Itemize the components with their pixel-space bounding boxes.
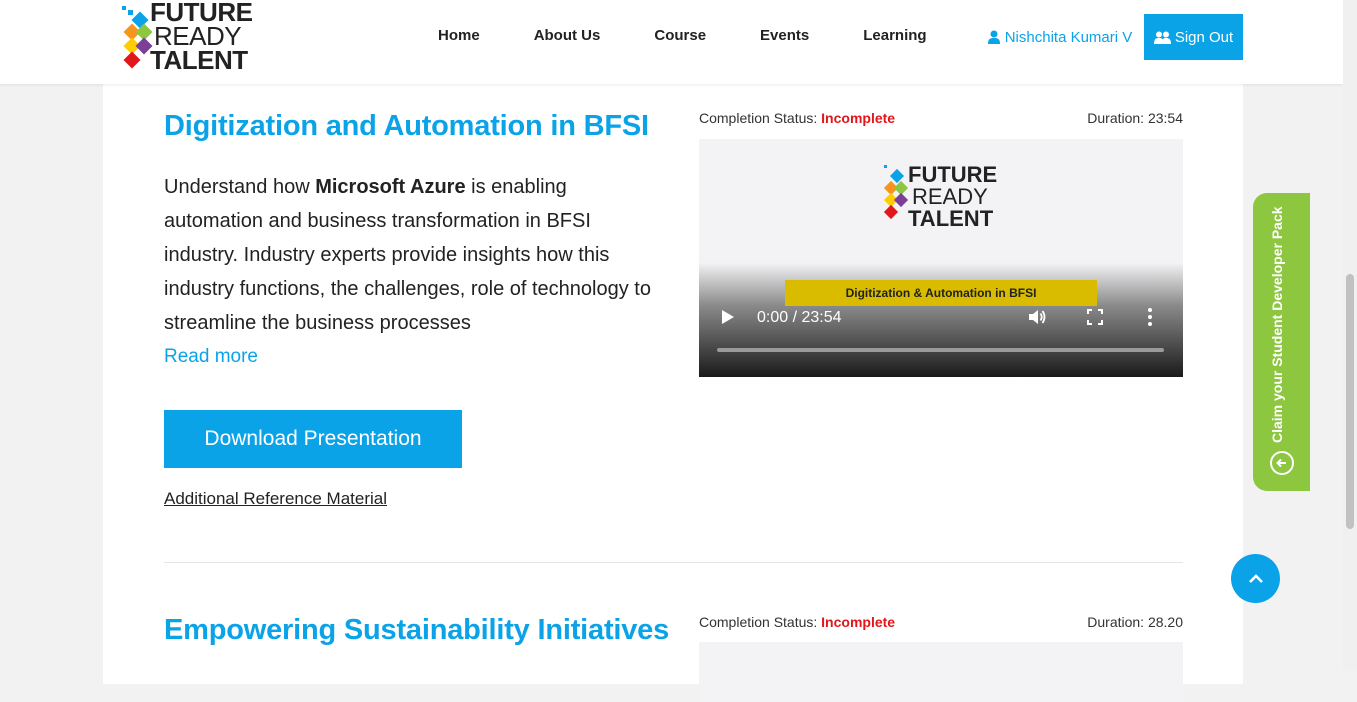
nav-events[interactable]: Events (760, 26, 809, 46)
logo-line-3: TALENT (150, 45, 248, 75)
chevron-up-icon (1248, 573, 1263, 583)
back-to-top-button[interactable] (1231, 554, 1280, 603)
arrow-left-circle-icon (1270, 451, 1294, 475)
nav-learning[interactable]: Learning (863, 26, 926, 46)
course-description: Understand how Microsoft Azure is enabli… (164, 170, 664, 340)
user-name: Nishchita Kumari V (1004, 28, 1133, 46)
download-presentation-button[interactable]: Download Presentation (164, 410, 462, 468)
play-icon[interactable] (721, 309, 735, 325)
completion-status-label-2: Completion Status: (699, 614, 822, 630)
nav-course[interactable]: Course (654, 26, 706, 46)
developer-pack-label: Claim your Student Developer Pack (1269, 206, 1285, 443)
description-highlight: Microsoft Azure (315, 176, 466, 198)
video-progress-bar[interactable] (717, 348, 1164, 352)
duration-label: Duration: 23:54 (1087, 110, 1183, 126)
video-player[interactable]: FUTURE READY TALENT Digitization & Autom… (699, 139, 1183, 377)
volume-icon[interactable] (1027, 307, 1047, 327)
video-time: 0:00 / 23:54 (757, 309, 842, 326)
sign-out-label: Sign Out (1174, 28, 1234, 46)
users-icon (1153, 31, 1171, 44)
completion-status-row-2: Completion Status: Incomplete Duration: … (699, 614, 1183, 630)
logo-text: FUTURE READY TALENT (150, 0, 253, 75)
scrollbar-thumb[interactable] (1346, 274, 1354, 529)
section-divider (164, 562, 1183, 563)
description-prefix: Understand how (164, 176, 316, 198)
read-more-link[interactable]: Read more (164, 346, 258, 368)
video-logo-icon: FUTURE READY TALENT (883, 162, 997, 231)
course-title: Digitization and Automation in BFSI (164, 110, 649, 142)
fullscreen-icon[interactable] (1087, 309, 1103, 325)
video-player-2[interactable] (699, 642, 1183, 702)
main-nav: Home About Us Course Events Learning (438, 26, 981, 46)
user-icon (987, 30, 1000, 44)
video-banner: Digitization & Automation in BFSI (785, 280, 1097, 306)
completion-status-label: Completion Status: (699, 110, 822, 126)
page-scrollbar[interactable] (1343, 0, 1357, 671)
completion-status-value-2: Incomplete (821, 614, 896, 630)
video-logo: FUTURE READY TALENT (882, 161, 1007, 231)
course-title-2: Empowering Sustainability Initiatives (164, 614, 670, 646)
duration-label-2: Duration: 28.20 (1087, 614, 1183, 630)
logo-mark-icon (122, 6, 153, 69)
site-header: FUTURE READY TALENT Home About Us Course… (0, 0, 1343, 84)
more-options-icon[interactable] (1147, 307, 1153, 327)
nav-about-us[interactable]: About Us (534, 26, 601, 46)
additional-reference-link[interactable]: Additional Reference Material (164, 489, 387, 509)
completion-status-value: Incomplete (821, 110, 896, 126)
completion-status-row: Completion Status: Incomplete Duration: … (699, 110, 1183, 126)
svg-text:TALENT: TALENT (908, 206, 994, 231)
course-list-card: Digitization and Automation in BFSI Unde… (103, 84, 1243, 702)
description-suffix: is enabling automation and business tran… (164, 176, 651, 334)
site-logo[interactable]: FUTURE READY TALENT (120, 0, 265, 78)
nav-home[interactable]: Home (438, 26, 480, 46)
user-profile-link[interactable]: Nishchita Kumari V (978, 14, 1142, 60)
sign-out-button[interactable]: Sign Out (1144, 14, 1243, 60)
student-developer-pack-tab[interactable]: Claim your Student Developer Pack (1253, 193, 1310, 491)
